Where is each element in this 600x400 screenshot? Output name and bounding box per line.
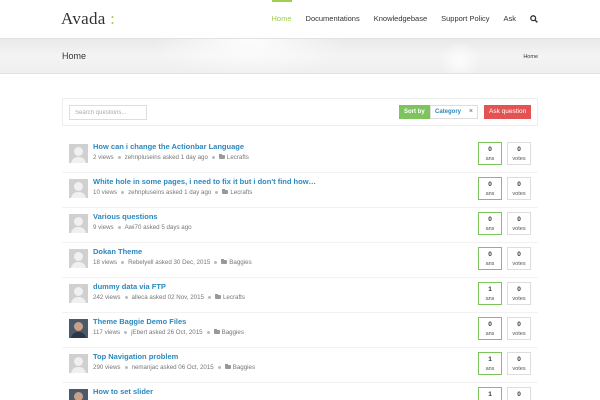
question-row: Top Navigation problem 290 views nemanjac… bbox=[62, 348, 538, 383]
view-count: 290 views bbox=[93, 364, 121, 371]
question-meta: 290 views nemanjac asked 06 Oct, 2015 Bagg… bbox=[93, 364, 255, 371]
question-row: Dokan Theme 18 views Rebelyell asked 30 D… bbox=[62, 243, 538, 278]
asked-by[interactable]: alleca asked 02 Nov, 2015 bbox=[132, 294, 204, 301]
question-meta: 10 views zehnpluseins asked 1 day ago Lecr… bbox=[93, 189, 252, 196]
question-title-link[interactable]: White hole in some pages, i need to fix … bbox=[93, 177, 316, 186]
question-meta: 9 views Awi70 asked 5 days ago bbox=[93, 224, 192, 231]
question-title-link[interactable]: Dokan Theme bbox=[93, 247, 142, 256]
votes-count-box: 0votes bbox=[507, 142, 531, 165]
folder-icon bbox=[222, 189, 229, 195]
folder-icon bbox=[213, 329, 220, 335]
avatar[interactable] bbox=[69, 214, 88, 233]
nav-ask[interactable]: Ask bbox=[503, 0, 516, 38]
question-row: Various questions 9 views Awi70 asked 5 d… bbox=[62, 208, 538, 243]
votes-count-box: 0votes bbox=[507, 352, 531, 375]
question-title-link[interactable]: How to set slider bbox=[93, 387, 153, 396]
questions-list: How can i change the Actionbar Language … bbox=[62, 138, 538, 400]
votes-count-box: 0votes bbox=[507, 177, 531, 200]
site-logo[interactable]: Avada : bbox=[61, 9, 115, 29]
question-meta: 18 views Rebelyell asked 30 Dec, 2015 Bagg… bbox=[93, 259, 252, 266]
nav-support-policy[interactable]: Support Policy bbox=[441, 0, 489, 38]
folder-icon bbox=[214, 294, 221, 300]
asked-by[interactable]: zehnpluseins asked 1 day ago bbox=[128, 189, 211, 196]
view-count: 9 views bbox=[93, 224, 114, 231]
avatar[interactable] bbox=[69, 319, 88, 338]
category-link[interactable]: Baggies bbox=[222, 329, 244, 336]
question-row: How can i change the Actionbar Language … bbox=[62, 138, 538, 173]
view-count: 242 views bbox=[93, 294, 121, 301]
logo-text: Avada bbox=[61, 9, 106, 28]
question-meta: 242 views alleca asked 02 Nov, 2015 Lecraf… bbox=[93, 294, 245, 301]
question-meta: 2 views zehnpluseins asked 1 day ago Lecra… bbox=[93, 154, 249, 161]
category-filter-label: Category bbox=[435, 109, 462, 115]
category-link[interactable]: Baggies bbox=[233, 364, 255, 371]
breadcrumb[interactable]: Home bbox=[523, 54, 538, 60]
votes-count-box: 0votes bbox=[507, 317, 531, 340]
asked-by[interactable]: Rebelyell asked 30 Dec, 2015 bbox=[128, 259, 210, 266]
question-title-link[interactable]: Top Navigation problem bbox=[93, 352, 178, 361]
folder-icon bbox=[218, 154, 225, 160]
folder-icon bbox=[224, 364, 231, 370]
avatar[interactable] bbox=[69, 389, 88, 400]
question-row: How to set slider 1ans 0votes bbox=[62, 383, 538, 400]
folder-icon bbox=[221, 259, 228, 265]
ask-question-button[interactable]: Ask question bbox=[484, 105, 532, 119]
avatar[interactable] bbox=[69, 284, 88, 303]
votes-count-box: 0votes bbox=[507, 212, 531, 235]
avatar[interactable] bbox=[69, 249, 88, 268]
close-icon[interactable]: × bbox=[469, 106, 473, 118]
category-filter[interactable]: Category × bbox=[430, 105, 478, 119]
answers-count-box: 0 ans bbox=[478, 212, 502, 235]
answers-count-box: 0 ans bbox=[478, 142, 502, 165]
answers-count-box: 0 ans bbox=[478, 177, 502, 200]
main-nav: Home Documentations Knowledgebase Suppor… bbox=[271, 0, 540, 38]
question-row: dummy data via FTP 242 views alleca asked… bbox=[62, 278, 538, 313]
page-title-bar: Home Home bbox=[0, 38, 600, 74]
view-count: 18 views bbox=[93, 259, 118, 266]
question-title-link[interactable]: Theme Baggie Demo Files bbox=[93, 317, 186, 326]
category-link[interactable]: Lecrafts bbox=[223, 294, 245, 301]
top-header: Avada : Home Documentations Knowledgebas… bbox=[0, 0, 600, 38]
answers-count-box: 0 ans bbox=[478, 247, 502, 270]
answers-count-box: 1ans bbox=[478, 282, 502, 305]
question-row: Theme Baggie Demo Files 117 views jEbert … bbox=[62, 313, 538, 348]
category-link[interactable]: Lecrafts bbox=[230, 189, 252, 196]
votes-count-box: 0votes bbox=[507, 247, 531, 270]
view-count: 10 views bbox=[93, 189, 118, 196]
answers-count-box: 0 ans bbox=[478, 317, 502, 340]
logo-accent: : bbox=[105, 9, 116, 28]
nav-knowledgebase[interactable]: Knowledgebase bbox=[374, 0, 427, 38]
question-row: White hole in some pages, i need to fix … bbox=[62, 173, 538, 208]
answers-count-box: 1ans bbox=[478, 387, 502, 400]
nav-documentations[interactable]: Documentations bbox=[306, 0, 360, 38]
nav-home[interactable]: Home bbox=[271, 0, 292, 38]
category-link[interactable]: Lecrafts bbox=[227, 154, 249, 161]
question-meta: 117 views jEbert asked 26 Oct, 2015 Baggie… bbox=[93, 329, 244, 336]
asked-by[interactable]: jEbert asked 26 Oct, 2015 bbox=[131, 329, 203, 336]
asked-by[interactable]: nemanjac asked 06 Oct, 2015 bbox=[132, 364, 214, 371]
category-link[interactable]: Baggies bbox=[229, 259, 251, 266]
answers-count-box: 1ans bbox=[478, 352, 502, 375]
view-count: 2 views bbox=[93, 154, 114, 161]
question-title-link[interactable]: dummy data via FTP bbox=[93, 282, 166, 291]
search-icon[interactable] bbox=[530, 0, 540, 38]
search-questions-input[interactable] bbox=[69, 105, 147, 120]
page-title: Home bbox=[62, 51, 87, 61]
votes-count-box: 0votes bbox=[507, 282, 531, 305]
view-count: 117 views bbox=[93, 329, 121, 336]
question-title-link[interactable]: Various questions bbox=[93, 212, 158, 221]
sort-by-button[interactable]: Sort by bbox=[399, 105, 430, 119]
votes-count-box: 0votes bbox=[507, 387, 531, 400]
avatar[interactable] bbox=[69, 354, 88, 373]
avatar[interactable] bbox=[69, 144, 88, 163]
avatar[interactable] bbox=[69, 179, 88, 198]
asked-by[interactable]: Awi70 asked 5 days ago bbox=[125, 224, 192, 231]
question-title-link[interactable]: How can i change the Actionbar Language bbox=[93, 142, 244, 151]
question-filter-bar: Sort by Category × Ask question bbox=[62, 98, 538, 126]
asked-by[interactable]: zehnpluseins asked 1 day ago bbox=[125, 154, 208, 161]
